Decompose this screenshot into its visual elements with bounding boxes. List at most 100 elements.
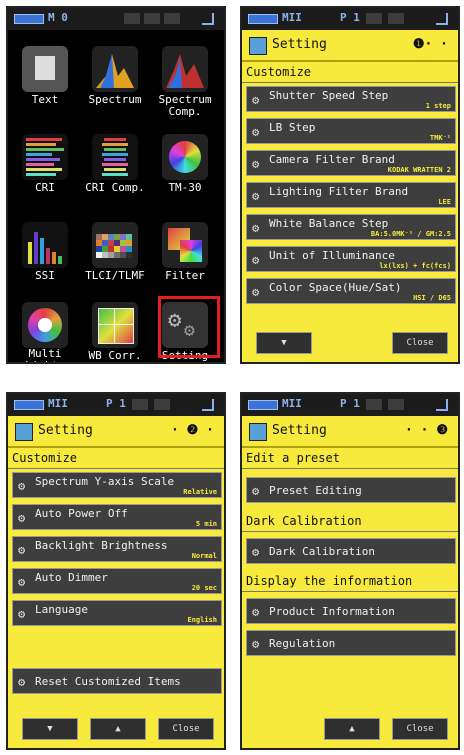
status-block	[366, 13, 382, 24]
wb-corr-icon	[92, 302, 138, 348]
item-label: White Balance Step	[269, 217, 389, 230]
item-lighting-filter-brand[interactable]: ⚙ Lighting Filter Brand LEE	[246, 182, 456, 208]
multi-lights-icon	[22, 302, 68, 348]
tm30-icon	[162, 134, 208, 180]
item-spectrum-y-axis-scale[interactable]: ⚙ Spectrum Y-axis Scale Relative	[12, 472, 222, 498]
item-value: Relative	[183, 488, 217, 496]
item-dark-calibration[interactable]: ⚙ Dark Calibration	[246, 538, 456, 564]
menu-tile-ssi[interactable]: SSI	[14, 222, 76, 306]
item-value: LEE	[438, 198, 451, 206]
page-title: Setting	[272, 423, 327, 438]
section-customize: Customize	[8, 451, 224, 469]
item-label: Spectrum Y-axis Scale	[35, 475, 175, 488]
preset-indicator: P 1	[340, 397, 360, 410]
item-label: Product Information	[269, 605, 395, 618]
spectrum-icon	[92, 46, 138, 92]
page-indicator: · ❷ ·	[171, 423, 214, 438]
tile-label: Text	[31, 93, 59, 106]
gear-icon: ⚙	[252, 484, 260, 498]
item-label: Regulation	[269, 637, 336, 650]
item-label: Dark Calibration	[269, 545, 375, 558]
menu-tile-wb-corr[interactable]: WB Corr.	[84, 302, 146, 362]
item-value: 20 sec	[191, 584, 217, 592]
status-bar: MII P 1	[242, 394, 458, 416]
item-value: KODAK WRATTEN 2	[387, 166, 451, 174]
item-label: Auto Power Off	[35, 507, 128, 520]
gear-icon: ⚙	[252, 125, 260, 139]
menu-tile-tlci[interactable]: TLCI/TLMF	[84, 222, 146, 306]
item-camera-filter-brand[interactable]: ⚙ Camera Filter Brand KODAK WRATTEN 2	[246, 150, 456, 176]
scroll-up-button[interactable]: ▲	[324, 718, 380, 740]
gear-icon: ⚙	[18, 511, 26, 525]
item-lb-step[interactable]: ⚙ LB Step TMK⁻¹	[246, 118, 456, 144]
battery-icon	[248, 400, 278, 410]
page-indicator: · · ❸	[405, 423, 448, 438]
section-edit-preset: Edit a preset	[242, 451, 458, 469]
cri-icon	[22, 134, 68, 180]
item-color-space[interactable]: ⚙ Color Space(Hue/Sat) HSI / D65	[246, 278, 456, 304]
gear-icon: ⚙	[18, 543, 26, 557]
gear-icon: ⚙	[252, 221, 260, 235]
tile-label: Spectrum Comp.	[158, 93, 212, 118]
bell-icon	[436, 13, 448, 25]
bell-icon	[436, 399, 448, 411]
menu-tile-spectrum[interactable]: Spectrum	[84, 46, 146, 130]
setting-screen-page-1: MII P 1 Setting ❶· · Customize ⚙ Shutter …	[240, 6, 460, 364]
gear-icon: ⚙	[252, 189, 260, 203]
gear-icon: ⚙	[252, 285, 260, 299]
ssi-icon	[22, 222, 68, 268]
scroll-up-button[interactable]: ▲	[90, 718, 146, 740]
text-icon	[22, 46, 68, 92]
menu-tile-text[interactable]: Text	[14, 46, 76, 130]
page-indicator: ❶· ·	[412, 37, 448, 52]
status-bar: MII P 1	[8, 394, 224, 416]
item-preset-editing[interactable]: ⚙ Preset Editing	[246, 477, 456, 503]
item-shutter-speed-step[interactable]: ⚙ Shutter Speed Step 1 step	[246, 86, 456, 112]
status-block	[366, 399, 382, 410]
close-button[interactable]: Close	[158, 718, 214, 740]
item-label: Reset Customized Items	[35, 675, 181, 688]
menu-tile-cri[interactable]: CRI	[14, 134, 76, 218]
item-white-balance-step[interactable]: ⚙ White Balance Step BA:5.0MK⁻¹ / GM:2.5	[246, 214, 456, 240]
item-language[interactable]: ⚙ Language English	[12, 600, 222, 626]
item-auto-dimmer[interactable]: ⚙ Auto Dimmer 20 sec	[12, 568, 222, 594]
memory-indicator: MII	[48, 397, 68, 410]
item-label: Shutter Speed Step	[269, 89, 389, 102]
item-unit-of-illuminance[interactable]: ⚙ Unit of Illuminance lx(lxs) + fc(fcs)	[246, 246, 456, 272]
status-bar: MII P 1	[242, 8, 458, 30]
scroll-down-button[interactable]: ▼	[256, 332, 312, 354]
close-button[interactable]: Close	[392, 718, 448, 740]
tile-label: TLCI/TLMF	[85, 269, 145, 282]
menu-tile-tm30[interactable]: TM-30	[154, 134, 216, 218]
item-reset-customized-items[interactable]: ⚙ Reset Customized Items	[12, 668, 222, 694]
section-dark-calibration: Dark Calibration	[242, 514, 458, 532]
item-product-information[interactable]: ⚙ Product Information	[246, 598, 456, 624]
filter-icon	[162, 222, 208, 268]
menu-tile-multi-lights[interactable]: Multi Lights	[14, 302, 76, 362]
menu-tile-filter[interactable]: Filter	[154, 222, 216, 306]
gear-icon: ⚙	[18, 607, 26, 621]
item-value: BA:5.0MK⁻¹ / GM:2.5	[370, 230, 451, 238]
close-button[interactable]: Close	[392, 332, 448, 354]
item-label: Unit of Illuminance	[269, 249, 395, 262]
menu-tile-cri-comp[interactable]: CRI Comp.	[84, 134, 146, 218]
item-regulation[interactable]: ⚙ Regulation	[246, 630, 456, 656]
item-backlight-brightness[interactable]: ⚙ Backlight Brightness Normal	[12, 536, 222, 562]
status-block	[164, 13, 180, 24]
scroll-down-button[interactable]: ▼	[22, 718, 78, 740]
status-block	[124, 13, 140, 24]
gear-icon: ⚙	[252, 605, 260, 619]
cri-comp-icon	[92, 134, 138, 180]
tile-label: Filter	[165, 269, 205, 282]
battery-icon	[248, 14, 278, 24]
menu-tile-spectrum-comp[interactable]: Spectrum Comp.	[154, 46, 216, 130]
status-bar: M 0	[8, 8, 224, 30]
memory-indicator: M 0	[48, 11, 68, 24]
bell-icon	[202, 399, 214, 411]
item-auto-power-off[interactable]: ⚙ Auto Power Off 5 min	[12, 504, 222, 530]
tile-label: CRI Comp.	[85, 181, 145, 194]
gear-icon: ⚙	[18, 675, 26, 689]
tile-label: TM-30	[168, 181, 202, 194]
item-value: lx(lxs) + fc(fcs)	[379, 262, 451, 270]
tile-label: WB Corr.	[88, 349, 142, 362]
